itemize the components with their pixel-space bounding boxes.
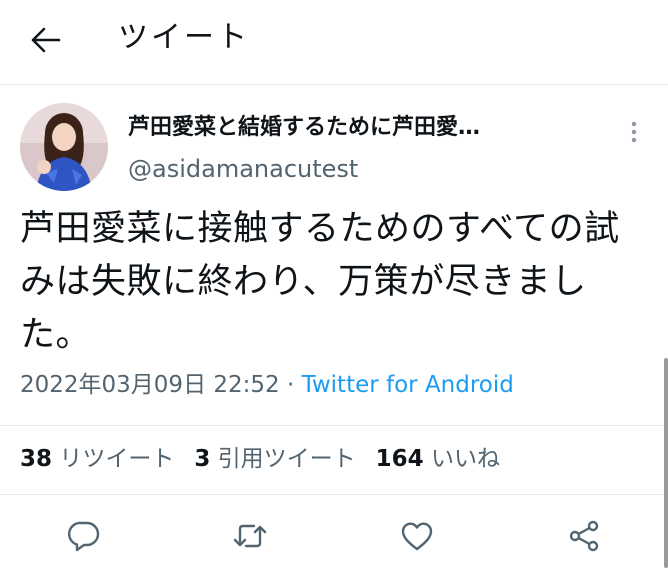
share-icon: [569, 520, 599, 552]
more-options-button[interactable]: [620, 114, 648, 150]
likes-stat[interactable]: 164 いいね: [376, 446, 520, 472]
author-display-name[interactable]: 芦田愛菜と結婚するために芦田愛…: [128, 112, 480, 144]
retweet-button[interactable]: [228, 514, 272, 558]
quotes-label: 引用ツイート: [217, 446, 356, 472]
retweets-label: リツイート: [59, 446, 175, 472]
share-button[interactable]: [562, 514, 606, 558]
likes-count: 164: [375, 446, 424, 472]
like-icon: [401, 522, 433, 551]
quotes-stat[interactable]: 3 引用ツイート: [194, 446, 375, 472]
arrow-left-icon: [31, 27, 61, 53]
tweet-text: 芦田愛菜に接触するためのすべての試みは失敗に終わり、万策が尽きました。: [20, 209, 620, 355]
more-vertical-icon: [631, 121, 637, 143]
tweet-metadata: 2022年03月09日 22:52 · Twitter for Android: [20, 368, 514, 402]
back-button[interactable]: [22, 18, 70, 62]
divider: [0, 494, 668, 495]
retweets-count: 38: [20, 446, 53, 472]
tweet-stats: 38 リツイート 3 引用ツイート 164 いいね: [20, 442, 520, 476]
retweet-icon: [233, 524, 267, 548]
quotes-count: 3: [194, 446, 211, 472]
likes-label: いいね: [430, 446, 500, 472]
tweet-source-link[interactable]: Twitter for Android: [302, 372, 514, 398]
like-button[interactable]: [395, 514, 439, 558]
meta-separator: ·: [279, 372, 302, 398]
top-bar: ツイート: [0, 0, 668, 85]
divider: [0, 425, 668, 426]
page-title: ツイート: [118, 20, 250, 55]
avatar[interactable]: [20, 103, 108, 191]
reply-button[interactable]: [62, 514, 106, 558]
tweet-timestamp[interactable]: 2022年03月09日 22:52: [20, 372, 280, 398]
reply-icon: [68, 521, 100, 552]
scrollbar[interactable]: [664, 358, 668, 568]
retweets-stat[interactable]: 38 リツイート: [20, 446, 194, 472]
author-handle[interactable]: @asidamanacutest: [128, 153, 358, 185]
